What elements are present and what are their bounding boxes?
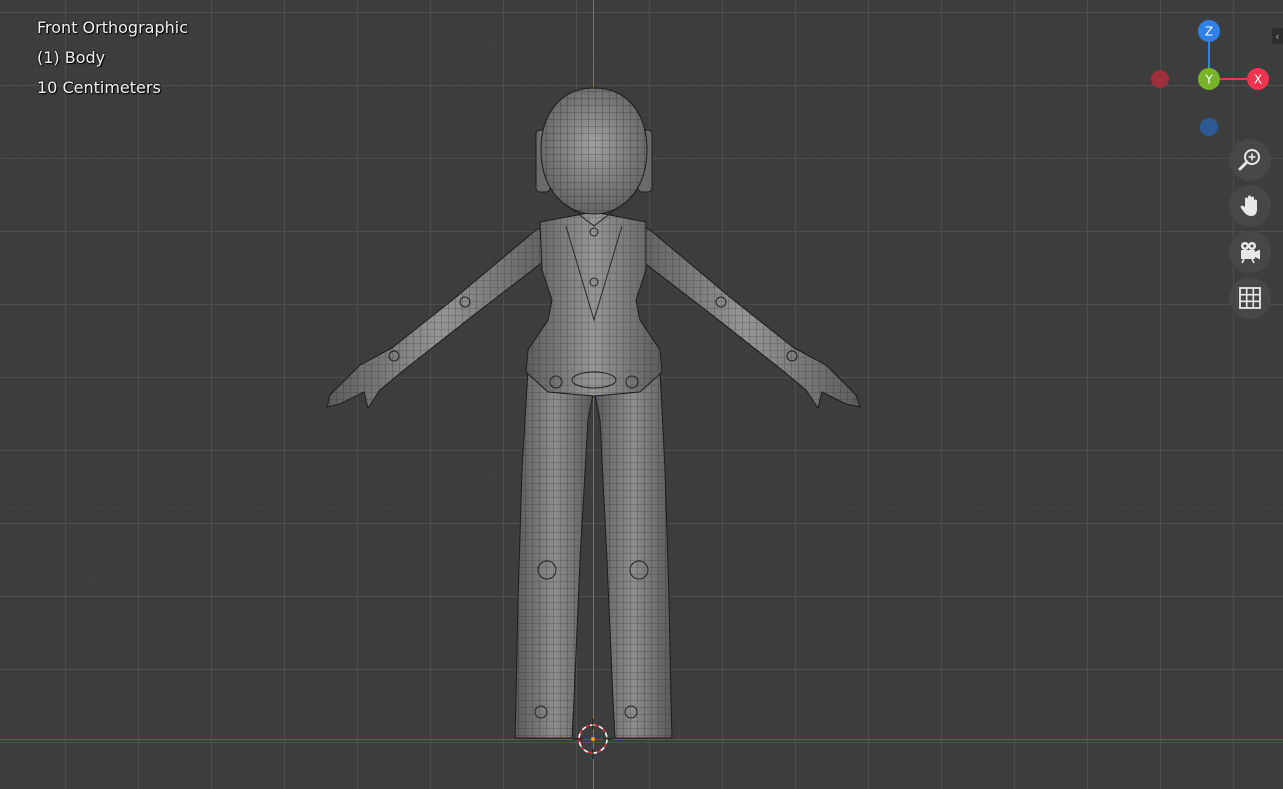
view-name-label: Front Orthographic — [37, 18, 189, 37]
camera-icon — [1241, 242, 1260, 264]
grid-scale-label: 10 Centimeters — [37, 78, 161, 97]
pan-button[interactable] — [1229, 185, 1271, 227]
zoom-icon — [1238, 149, 1260, 171]
active-object-label: (1) Body — [37, 48, 106, 67]
zoom-button[interactable] — [1229, 139, 1271, 181]
grid-icon — [1239, 287, 1261, 309]
3d-cursor[interactable] — [0, 0, 1283, 789]
3d-viewport[interactable] — [0, 0, 1283, 789]
camera-view-button[interactable] — [1229, 231, 1271, 273]
toggle-ortho-button[interactable] — [1229, 277, 1271, 319]
hand-icon — [1240, 195, 1257, 216]
sidebar-toggle[interactable]: ‹ — [1272, 28, 1283, 44]
